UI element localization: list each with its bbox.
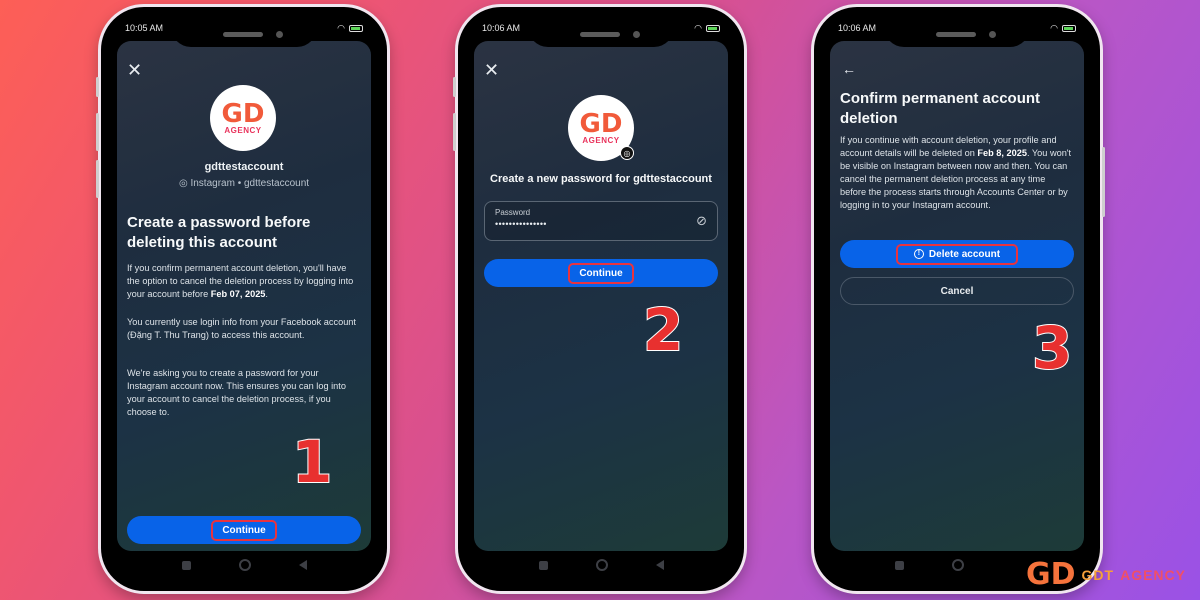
back-icon[interactable] <box>298 560 307 570</box>
status-time: 10:06 AM <box>482 23 521 33</box>
step-number-3: 3 <box>1031 313 1073 383</box>
recents-icon[interactable] <box>538 560 548 570</box>
wifi-icon: ◠ <box>694 22 702 33</box>
avatar: GD AGENCY <box>210 85 276 151</box>
status-time: 10:05 AM <box>125 23 164 33</box>
android-nav-bar <box>101 553 387 577</box>
notch <box>528 7 674 47</box>
instagram-icon: ◎ <box>178 178 191 189</box>
side-button <box>96 77 99 97</box>
highlight-box: ! Delete account <box>895 243 1019 265</box>
home-icon[interactable] <box>238 559 251 571</box>
notch <box>171 7 317 47</box>
logo-mark: GD <box>579 108 623 139</box>
page-title: Create a new password for gdttestaccount <box>490 173 712 185</box>
battery-icon <box>706 24 720 32</box>
brand-watermark: GD GDT AGENCY <box>1026 557 1186 592</box>
side-button <box>96 160 99 198</box>
close-icon[interactable]: ✕ <box>484 61 499 79</box>
close-icon[interactable]: ✕ <box>127 61 142 79</box>
side-button <box>453 77 456 97</box>
highlight-box: Continue <box>211 519 277 541</box>
logo-text: AGENCY <box>582 135 620 145</box>
recents-icon[interactable] <box>894 560 904 570</box>
side-button <box>453 113 456 151</box>
paragraph-facebook-login: You currently use login info from your F… <box>127 317 356 340</box>
side-button <box>1102 147 1105 217</box>
brand-agency: AGENCY <box>1120 566 1186 583</box>
highlight-box: Continue <box>568 262 634 284</box>
screen: ✕ GD AGENCY gdttestaccount ◎ Instagram •… <box>117 41 371 551</box>
paragraph-deletion-info: If you confirm permanent account deletio… <box>127 263 354 299</box>
status-time: 10:06 AM <box>838 23 877 33</box>
step-number-2: 2 <box>642 295 684 365</box>
side-button <box>96 113 99 151</box>
phone-step-2: 10:06 AM ◠ ✕ GD AGENCY ◎ Create a new pa… <box>453 4 747 594</box>
delete-account-button[interactable]: ! Delete account <box>840 240 1074 268</box>
brand-gdt: GDT <box>1081 566 1115 583</box>
screen: ← Confirm permanent account deletion If … <box>830 41 1084 551</box>
wifi-icon: ◠ <box>1050 22 1058 33</box>
back-arrow-icon[interactable]: ← <box>842 61 856 77</box>
notch <box>884 7 1030 47</box>
continue-button[interactable]: Continue <box>484 259 718 287</box>
cancel-button[interactable]: Cancel <box>840 277 1074 305</box>
step-number-1: 1 <box>291 427 333 497</box>
username: gdttestaccount <box>204 161 284 173</box>
home-icon[interactable] <box>951 559 964 571</box>
eye-off-icon[interactable]: ⊘ <box>696 213 707 229</box>
brand-logo-icon: GD <box>1026 557 1076 592</box>
account-line: ◎ Instagram • gdttestaccount <box>178 178 310 189</box>
logo-mark: GD <box>221 98 265 129</box>
back-icon[interactable] <box>655 560 664 570</box>
screen: ✕ GD AGENCY ◎ Create a new password for … <box>474 41 728 551</box>
password-value: ••••••••••••••• <box>495 219 547 229</box>
page-title: Confirm permanent account deletion <box>840 90 1041 127</box>
home-icon[interactable] <box>595 559 608 571</box>
password-label: Password <box>495 208 531 217</box>
paragraph-deletion-info: If you continue with account deletion, y… <box>840 135 1072 210</box>
android-nav-bar <box>458 553 744 577</box>
phone-step-3: 10:06 AM ◠ ← Confirm permanent account d… <box>811 4 1105 594</box>
instagram-badge-icon: ◎ <box>620 146 634 160</box>
continue-button[interactable]: Continue <box>127 516 361 544</box>
battery-icon <box>1062 24 1076 32</box>
password-input[interactable]: Password ••••••••••••••• ⊘ <box>484 201 718 241</box>
recents-icon[interactable] <box>181 560 191 570</box>
battery-icon <box>349 24 363 32</box>
page-title: Create a password before deleting this a… <box>127 214 311 251</box>
phone-step-1: 10:05 AM ◠ ✕ GD AGENCY gdttestaccount ◎ … <box>96 4 390 594</box>
logo-text: AGENCY <box>224 125 262 135</box>
paragraph-create-password: We're asking you to create a password fo… <box>127 368 346 417</box>
info-icon: ! <box>913 249 924 259</box>
wifi-icon: ◠ <box>337 22 345 33</box>
